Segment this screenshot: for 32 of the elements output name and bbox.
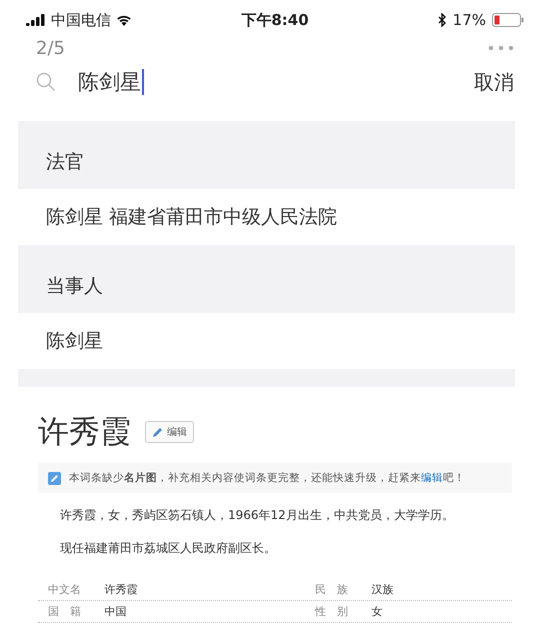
clock-time: 下午8:40 bbox=[241, 10, 309, 30]
bluetooth-icon bbox=[438, 13, 447, 27]
info-value: 许秀霞 bbox=[104, 582, 138, 597]
edit-link[interactable]: 编辑 bbox=[421, 472, 443, 484]
info-value: 女 bbox=[371, 604, 384, 619]
pencil-icon bbox=[152, 426, 163, 438]
cancel-button[interactable]: 取消 bbox=[474, 68, 514, 96]
info-value: 汉族 bbox=[371, 582, 394, 597]
info-label: 性 别 bbox=[315, 604, 349, 619]
result-item[interactable]: 陈剑星 bbox=[18, 313, 515, 369]
wifi-icon bbox=[116, 14, 132, 26]
edit-note-icon bbox=[48, 472, 61, 484]
paragraph: 许秀霞，女，秀屿区笏石镇人，1966年12月出生，中共党员，大学学历。 bbox=[60, 507, 455, 524]
notice-text: 本词条缺少名片图，补充相关内容使词条更完整，还能快速升级，赶紧来编辑吧！ bbox=[69, 471, 465, 485]
article-title: 许秀霞 bbox=[38, 413, 131, 452]
info-value: 中国 bbox=[104, 604, 128, 619]
signal-icon bbox=[26, 14, 46, 26]
more-icon[interactable] bbox=[488, 46, 514, 52]
info-label: 民 族 bbox=[315, 582, 349, 597]
info-label: 中文名 bbox=[47, 582, 82, 597]
page-counter: 2/5 bbox=[36, 40, 65, 58]
search-icon bbox=[36, 72, 56, 92]
carrier-name: 中国电信 bbox=[51, 10, 111, 30]
battery-icon bbox=[492, 13, 524, 27]
section-header: 法官 bbox=[18, 121, 515, 189]
edit-button[interactable]: 编辑 bbox=[145, 421, 194, 443]
info-label: 国 籍 bbox=[47, 604, 82, 619]
section-header: 当事人 bbox=[18, 245, 515, 313]
paragraph: 现任福建莆田市荔城区人民政府副区长。 bbox=[60, 540, 277, 557]
result-item[interactable]: 陈剑星 福建省莆田市中级人民法院 bbox=[18, 189, 515, 245]
battery-percent: 17% bbox=[452, 11, 486, 29]
search-field[interactable]: 陈剑星 bbox=[78, 69, 144, 95]
